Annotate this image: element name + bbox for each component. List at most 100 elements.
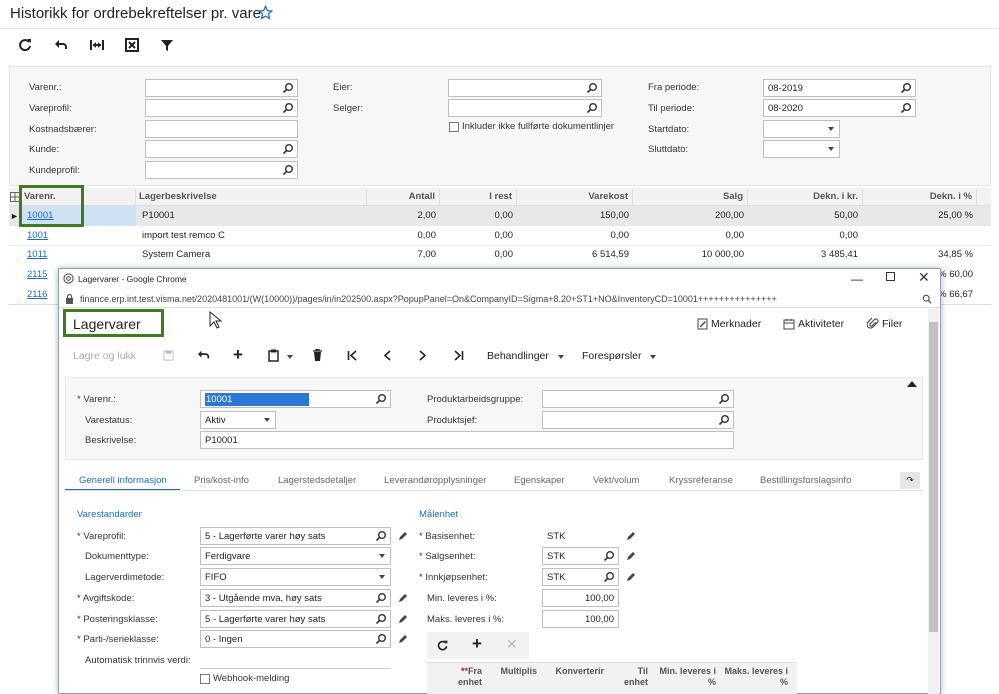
webhook-checkbox[interactable]: [200, 674, 210, 684]
col-salg[interactable]: Salg: [634, 189, 748, 205]
edit-icon[interactable]: [626, 551, 636, 561]
subgrid-col-min[interactable]: Min. leveres i %: [652, 666, 716, 688]
col-lagerbeskrivelse[interactable]: Lagerbeskrivelse: [139, 189, 367, 205]
tab-vekt-volum[interactable]: Vekt/volum: [593, 475, 639, 486]
chevron-down-icon[interactable]: [828, 127, 834, 131]
produktarbeidsgruppe-input[interactable]: [542, 390, 734, 408]
first-record-icon[interactable]: [347, 350, 358, 361]
innkjopsenhet-input[interactable]: STK: [542, 568, 619, 586]
previous-icon[interactable]: [383, 350, 392, 361]
subgrid-col-fra-enhet[interactable]: **Fra enhet: [440, 666, 482, 688]
search-icon[interactable]: [900, 102, 912, 114]
edit-icon[interactable]: [398, 531, 408, 541]
more-tabs-icon[interactable]: ↷: [900, 472, 920, 489]
minimize-icon[interactable]: —: [851, 272, 863, 286]
row-varenr-link[interactable]: 2116: [27, 285, 47, 304]
undo-icon[interactable]: [53, 37, 69, 53]
include-checkbox[interactable]: [449, 122, 459, 132]
foresporsler-menu[interactable]: Forespørsler: [582, 350, 642, 362]
delete-row-icon[interactable]: ✕: [506, 636, 518, 653]
search-icon[interactable]: [603, 571, 615, 583]
tab-bestillingsforslagsinfo[interactable]: Bestillingsforslagsinfo: [760, 475, 851, 486]
note-icon[interactable]: [697, 318, 709, 330]
star-icon[interactable]: [258, 5, 273, 20]
filer-button[interactable]: Filer: [882, 318, 902, 330]
chevron-down-icon[interactable]: [650, 355, 656, 359]
col-dekn-kr[interactable]: Dekn. i kr.: [749, 189, 863, 205]
lagerverdimetode-select[interactable]: FIFO: [200, 568, 391, 586]
chevron-down-icon[interactable]: [287, 355, 293, 359]
subgrid-col-maks[interactable]: Maks. leveres i %: [720, 666, 788, 688]
close-window-icon[interactable]: ✕: [918, 269, 930, 286]
zoom-icon[interactable]: [922, 294, 932, 304]
collapse-icon[interactable]: [907, 381, 917, 387]
row-varenr-link[interactable]: 2115: [27, 265, 47, 284]
last-record-icon[interactable]: [453, 350, 464, 361]
subgrid-col-til-enhet[interactable]: Til enhet: [612, 666, 648, 688]
edit-icon[interactable]: [398, 614, 408, 624]
add-icon[interactable]: +: [233, 345, 243, 365]
col-varekost[interactable]: Varekost: [518, 189, 633, 205]
search-icon[interactable]: [282, 82, 294, 94]
parti-input[interactable]: 0 - Ingen: [200, 630, 391, 648]
filter-icon[interactable]: [159, 37, 175, 53]
export-excel-icon[interactable]: [124, 37, 140, 53]
varenr-input[interactable]: 10001: [200, 390, 391, 408]
search-icon[interactable]: [603, 550, 615, 562]
chevron-down-icon[interactable]: [264, 418, 270, 422]
maximize-icon[interactable]: [886, 272, 895, 281]
vareprofil-input[interactable]: 5 - Lagerførte varer høy sats: [200, 527, 391, 545]
edit-icon[interactable]: [626, 572, 636, 582]
search-icon[interactable]: [375, 530, 387, 542]
kundeprofil-input[interactable]: [145, 161, 298, 179]
search-icon[interactable]: [586, 82, 598, 94]
tab-leverandoropplysninger[interactable]: Leverandøropplysninger: [384, 475, 486, 486]
undo-icon[interactable]: [197, 349, 211, 361]
search-icon[interactable]: [375, 393, 387, 405]
tab-kryssreferanse[interactable]: Kryssreferanse: [669, 475, 733, 486]
row-varenr-link[interactable]: 1001: [27, 226, 48, 245]
min-input[interactable]: 100,00: [542, 589, 619, 607]
search-icon[interactable]: [375, 633, 387, 645]
save-icon[interactable]: [163, 350, 174, 361]
selger-input[interactable]: [448, 99, 602, 117]
startdato-input[interactable]: [763, 120, 840, 138]
aktiviteter-button[interactable]: Aktiviteter: [798, 318, 844, 330]
chevron-down-icon[interactable]: [828, 147, 834, 151]
merknader-button[interactable]: Merknader: [711, 318, 761, 330]
col-antall[interactable]: Antall: [368, 189, 440, 205]
edit-icon[interactable]: [398, 634, 408, 644]
varestatus-select[interactable]: Aktiv: [200, 411, 276, 429]
next-icon[interactable]: [418, 350, 427, 361]
dokumenttype-select[interactable]: Ferdigvare: [200, 547, 391, 565]
posteringsklasse-input[interactable]: 5 - Lagerførte varer høy sats: [200, 610, 391, 628]
chevron-down-icon[interactable]: [379, 575, 385, 579]
refresh-icon[interactable]: [17, 37, 33, 53]
search-icon[interactable]: [718, 393, 730, 405]
eier-input[interactable]: [448, 79, 602, 97]
behandlinger-menu[interactable]: Behandlinger: [487, 350, 549, 362]
search-icon[interactable]: [282, 143, 294, 155]
sluttdato-input[interactable]: [763, 140, 840, 158]
tab-lagerstedsdetaljer[interactable]: Lagerstedsdetaljer: [278, 475, 356, 486]
search-icon[interactable]: [718, 414, 730, 426]
edit-icon[interactable]: [626, 531, 636, 541]
search-icon[interactable]: [375, 592, 387, 604]
fit-width-icon[interactable]: [89, 37, 105, 53]
vareprofil-input[interactable]: [145, 99, 298, 117]
kunde-input[interactable]: [145, 140, 298, 158]
produktsjef-input[interactable]: [542, 411, 734, 429]
search-icon[interactable]: [282, 164, 294, 176]
calendar-icon[interactable]: [783, 318, 795, 330]
paperclip-icon[interactable]: [867, 317, 879, 330]
edit-icon[interactable]: [398, 593, 408, 603]
chevron-down-icon[interactable]: [558, 355, 564, 359]
tab-pris-kost[interactable]: Pris/kost-info: [194, 475, 249, 486]
varenr-input[interactable]: [145, 79, 298, 97]
maks-input[interactable]: 100,00: [542, 610, 619, 628]
scrollbar-thumb[interactable]: [929, 322, 938, 632]
beskrivelse-input[interactable]: P10001: [200, 431, 734, 449]
row-varenr-link[interactable]: 1011: [27, 245, 47, 264]
avgiftskode-input[interactable]: 3 - Utgående mva, høy sats: [200, 589, 391, 607]
search-icon[interactable]: [282, 102, 294, 114]
